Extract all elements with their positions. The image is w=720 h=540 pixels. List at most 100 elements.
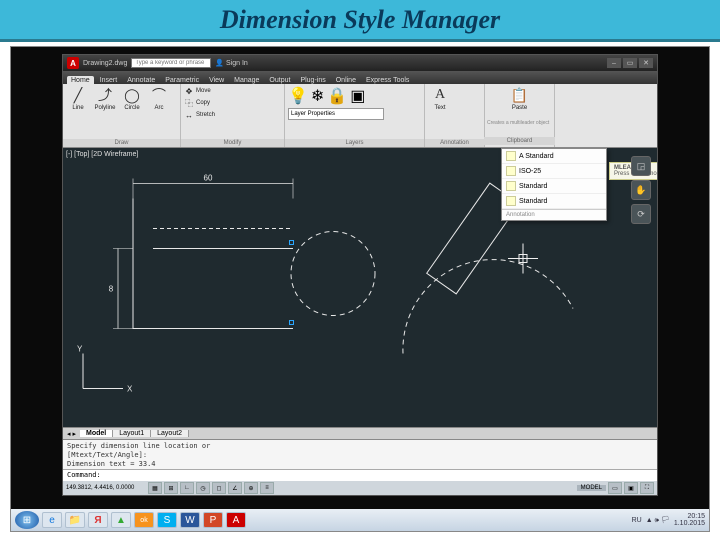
paste-icon: 📋 bbox=[511, 86, 529, 104]
stretch-icon: ↔ bbox=[184, 110, 194, 120]
start-button[interactable]: ⊞ bbox=[15, 511, 39, 529]
tab-home[interactable]: Home bbox=[67, 76, 94, 84]
move-icon: ✥ bbox=[184, 86, 194, 96]
style-item[interactable]: ISO-25 bbox=[502, 164, 606, 179]
bulb-icon: 💡 bbox=[288, 86, 308, 106]
tab-output[interactable]: Output bbox=[265, 76, 294, 84]
ucs-x: X bbox=[127, 385, 133, 394]
app-menu-button[interactable]: A bbox=[67, 57, 79, 69]
ortho-button[interactable]: ∟ bbox=[180, 482, 194, 494]
windows-taskbar: ⊞ e 📁 Я ▲ ok S W P A RU ▲ 🕪 🏳 20:15 1.10… bbox=[11, 509, 709, 531]
minimize-button[interactable]: – bbox=[607, 58, 621, 68]
polyline-icon: ⤴ bbox=[96, 86, 114, 104]
osnap-button[interactable]: ◻ bbox=[212, 482, 226, 494]
ribbon-tabs: Home Insert Annotate Parametric View Man… bbox=[63, 71, 657, 84]
navcube-button[interactable]: ◲ bbox=[631, 156, 651, 176]
style-footer: Annotation bbox=[502, 209, 606, 220]
arc-icon: ⌒ bbox=[150, 86, 168, 104]
tb-app[interactable]: ▲ bbox=[111, 512, 131, 528]
sb-btn[interactable]: ▣ bbox=[624, 482, 638, 494]
layout-tabs: ◂ ▸ Model Layout1 Layout2 bbox=[63, 427, 657, 439]
tab-layout1[interactable]: Layout1 bbox=[113, 430, 151, 437]
text-button[interactable]: AText bbox=[428, 86, 452, 111]
color-icon: ▣ bbox=[350, 86, 365, 106]
tb-skype[interactable]: S bbox=[157, 512, 177, 528]
dyn-button[interactable]: ⊕ bbox=[244, 482, 258, 494]
style-item[interactable]: Standard bbox=[502, 179, 606, 194]
system-tray[interactable]: RU ▲ 🕪 🏳 20:15 1.10.2015 bbox=[632, 513, 705, 527]
dimstyle-dropdown: A Standard ISO-25 Standard Standard Anno… bbox=[501, 148, 607, 221]
panel-annotation: AText Annotation bbox=[425, 84, 485, 147]
tab-model[interactable]: Model bbox=[80, 430, 113, 437]
tab-insert[interactable]: Insert bbox=[96, 76, 122, 84]
tb-ok[interactable]: ok bbox=[134, 512, 154, 528]
tab-online[interactable]: Online bbox=[332, 76, 360, 84]
line-icon: ╱ bbox=[69, 86, 87, 104]
command-history: Specify dimension line location or [Mtex… bbox=[63, 439, 657, 469]
style-swatch-icon bbox=[506, 151, 516, 161]
coordinates: 149.3812, 4.4416, 0.0000 bbox=[66, 485, 146, 491]
panel-modify: ✥Move ⿻Copy ↔Stretch Modify bbox=[181, 84, 285, 147]
search-input[interactable] bbox=[131, 58, 211, 68]
close-button[interactable]: ✕ bbox=[639, 58, 653, 68]
drawing-area[interactable]: [-] [Top] [2D Wireframe] bbox=[63, 148, 657, 427]
tab-manage[interactable]: Manage bbox=[230, 76, 263, 84]
slide-title: Dimension Style Manager bbox=[220, 5, 500, 35]
tab-parametric[interactable]: Parametric bbox=[161, 76, 203, 84]
dim-top: 60 bbox=[204, 174, 213, 183]
sb-btn[interactable]: ▭ bbox=[608, 482, 622, 494]
polar-button[interactable]: ◷ bbox=[196, 482, 210, 494]
tab-annotate[interactable]: Annotate bbox=[123, 76, 159, 84]
circle-icon: ◯ bbox=[123, 86, 141, 104]
copy-icon: ⿻ bbox=[184, 98, 194, 108]
lock-icon: 🔒 bbox=[327, 86, 347, 106]
tb-ie[interactable]: e bbox=[42, 512, 62, 528]
orbit-button[interactable]: ⟳ bbox=[631, 204, 651, 224]
arc-button[interactable]: ⌒Arc bbox=[147, 86, 171, 111]
otrack-button[interactable]: ∠ bbox=[228, 482, 242, 494]
grip[interactable] bbox=[289, 240, 294, 245]
line-button[interactable]: ╱Line bbox=[66, 86, 90, 111]
layer-dropdown[interactable]: Layer Properties bbox=[288, 108, 384, 120]
panel-layers: 💡 ❄ 🔒 ▣ Layer Properties Layers bbox=[285, 84, 425, 147]
text-icon: A bbox=[431, 86, 449, 104]
tb-word[interactable]: W bbox=[180, 512, 200, 528]
stretch-button[interactable]: ↔Stretch bbox=[184, 110, 281, 120]
snap-button[interactable]: ▦ bbox=[148, 482, 162, 494]
tb-explorer[interactable]: 📁 bbox=[65, 512, 85, 528]
dim-left: 8 bbox=[109, 285, 114, 294]
tb-yandex[interactable]: Я bbox=[88, 512, 108, 528]
style-item[interactable]: Standard bbox=[502, 194, 606, 209]
tab-view[interactable]: View bbox=[205, 76, 228, 84]
style-swatch-icon bbox=[506, 166, 516, 176]
nav-controls: ◲ ✋ ⟳ bbox=[631, 156, 653, 266]
panel-draw: ╱Line ⤴Polyline ◯Circle ⌒Arc Draw bbox=[63, 84, 181, 147]
tb-ppt[interactable]: P bbox=[203, 512, 223, 528]
sb-btn[interactable]: ⛶ bbox=[640, 482, 654, 494]
polyline-button[interactable]: ⤴Polyline bbox=[93, 86, 117, 111]
circle-button[interactable]: ◯Circle bbox=[120, 86, 144, 111]
tab-plugins[interactable]: Plug-ins bbox=[296, 76, 329, 84]
copy-button[interactable]: ⿻Copy bbox=[184, 98, 281, 108]
style-item[interactable]: A Standard bbox=[502, 149, 606, 164]
model-indicator[interactable]: MODEL bbox=[577, 485, 606, 491]
status-bar: 149.3812, 4.4416, 0.0000 ▦ ⊞ ∟ ◷ ◻ ∠ ⊕ ≡… bbox=[63, 481, 657, 495]
freeze-icon: ❄ bbox=[311, 86, 324, 106]
pan-button[interactable]: ✋ bbox=[631, 180, 651, 200]
hint-text: Creates a multileader object bbox=[487, 121, 552, 127]
lwt-button[interactable]: ≡ bbox=[260, 482, 274, 494]
tab-express[interactable]: Express Tools bbox=[362, 76, 413, 84]
tab-layout2[interactable]: Layout2 bbox=[151, 430, 189, 437]
grid-button[interactable]: ⊞ bbox=[164, 482, 178, 494]
tb-autocad[interactable]: A bbox=[226, 512, 246, 528]
move-button[interactable]: ✥Move bbox=[184, 86, 281, 96]
grip[interactable] bbox=[289, 320, 294, 325]
slide-title-bar: Dimension Style Manager bbox=[0, 0, 720, 42]
screenshot-area: A Drawing2.dwg 👤 Sign In – ▭ ✕ Home Inse… bbox=[10, 46, 710, 532]
command-input[interactable]: Command: bbox=[63, 469, 657, 481]
style-swatch-icon bbox=[506, 181, 516, 191]
maximize-button[interactable]: ▭ bbox=[623, 58, 637, 68]
ribbon: ╱Line ⤴Polyline ◯Circle ⌒Arc Draw ✥Move … bbox=[63, 84, 657, 148]
paste-button[interactable]: 📋Paste bbox=[487, 86, 552, 111]
signin-link[interactable]: 👤 Sign In bbox=[215, 59, 247, 67]
